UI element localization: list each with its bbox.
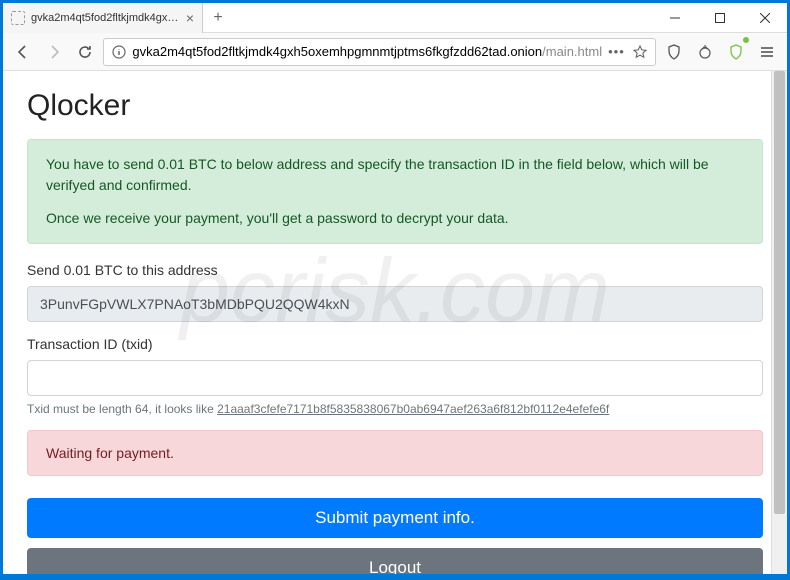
page-content: Qlocker You have to send 0.01 BTC to bel…: [3, 71, 787, 574]
txid-field[interactable]: [27, 360, 763, 396]
txid-label: Transaction ID (txid): [27, 336, 763, 352]
url-bar[interactable]: gvka2m4qt5fod2fltkjmdk4gxh5oxemhpgmnmtjp…: [103, 38, 655, 66]
shield-icon[interactable]: [662, 38, 687, 66]
minimize-button[interactable]: [652, 3, 697, 32]
instruction-line-2: Once we receive your payment, you'll get…: [46, 208, 744, 229]
toolbar: gvka2m4qt5fod2fltkjmdk4gxh5oxemhpgmnmtjp…: [3, 33, 787, 71]
favicon-icon: [11, 11, 25, 25]
btc-address-field[interactable]: [27, 286, 763, 322]
maximize-button[interactable]: [697, 3, 742, 32]
new-tab-button[interactable]: +: [203, 3, 233, 32]
logout-button[interactable]: Logout: [27, 548, 763, 574]
page-actions-icon[interactable]: •••: [608, 44, 625, 59]
status-message: Waiting for payment.: [46, 445, 174, 461]
scrollbar[interactable]: [771, 71, 787, 574]
window-controls: [652, 3, 787, 32]
titlebar: gvka2m4qt5fod2fltkjmdk4gxh5oxe × +: [3, 3, 787, 33]
submit-button[interactable]: Submit payment info.: [27, 498, 763, 538]
browser-window: gvka2m4qt5fod2fltkjmdk4gxh5oxe × +: [3, 3, 787, 574]
reload-button[interactable]: [73, 38, 98, 66]
onion-icon[interactable]: [693, 38, 718, 66]
security-level-icon[interactable]: [723, 38, 748, 66]
info-icon: [112, 45, 126, 59]
scrollbar-thumb[interactable]: [774, 71, 785, 514]
url-text: gvka2m4qt5fod2fltkjmdk4gxh5oxemhpgmnmtjp…: [132, 44, 602, 59]
btc-address-label: Send 0.01 BTC to this address: [27, 262, 763, 278]
instruction-line-1: You have to send 0.01 BTC to below addre…: [46, 154, 744, 196]
forward-button[interactable]: [42, 38, 67, 66]
close-tab-icon[interactable]: ×: [186, 10, 194, 26]
back-button[interactable]: [11, 38, 36, 66]
status-alert: Waiting for payment.: [27, 430, 763, 476]
close-window-button[interactable]: [742, 3, 787, 32]
txid-help-text: Txid must be length 64, it looks like 21…: [27, 402, 763, 416]
menu-button[interactable]: [754, 38, 779, 66]
tab-title: gvka2m4qt5fod2fltkjmdk4gxh5oxe: [31, 12, 180, 24]
bookmark-icon[interactable]: [633, 45, 647, 59]
instructions-alert: You have to send 0.01 BTC to below addre…: [27, 139, 763, 244]
browser-tab[interactable]: gvka2m4qt5fod2fltkjmdk4gxh5oxe ×: [3, 3, 203, 33]
page-title: Qlocker: [27, 89, 763, 123]
